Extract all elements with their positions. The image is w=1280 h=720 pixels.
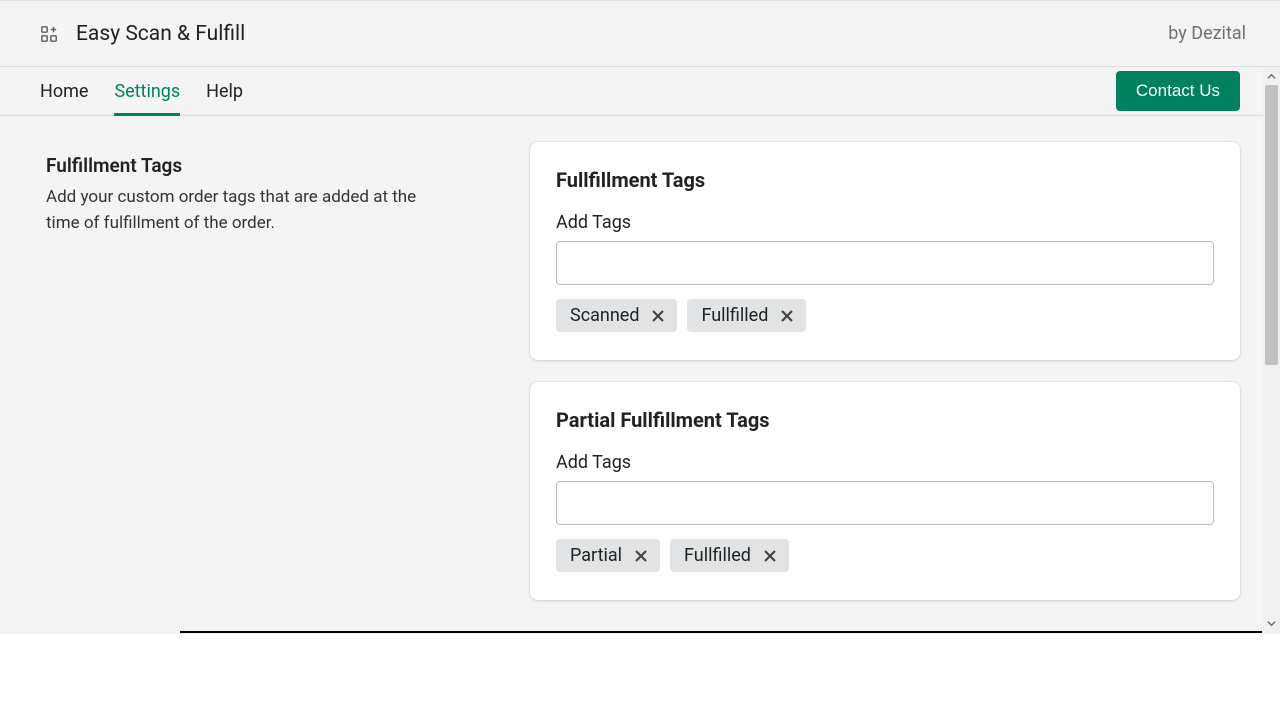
- section-title: Fulfillment Tags: [46, 154, 490, 177]
- scroll-up-icon[interactable]: [1263, 68, 1280, 85]
- tag-label: Partial: [570, 545, 622, 566]
- app-byline: by Dezital: [1168, 23, 1246, 44]
- topbar: Easy Scan & Fulfill by Dezital: [0, 1, 1280, 67]
- contact-us-button[interactable]: Contact Us: [1116, 71, 1240, 111]
- add-tags-label: Add Tags: [556, 212, 1214, 233]
- scroll-thumb[interactable]: [1265, 85, 1278, 365]
- navbar: Home Settings Help Contact Us: [0, 67, 1280, 116]
- tag-chip: Partial: [556, 539, 660, 572]
- scrollbar[interactable]: [1263, 68, 1280, 632]
- tab-help[interactable]: Help: [206, 67, 243, 115]
- tag-label: Scanned: [570, 305, 639, 326]
- app-title: Easy Scan & Fulfill: [76, 22, 245, 46]
- remove-tag-icon[interactable]: [761, 547, 779, 565]
- card-title: Partial Fullfillment Tags: [556, 408, 1214, 432]
- partial-fulfillment-tags-card: Partial Fullfillment Tags Add Tags Parti…: [530, 382, 1240, 600]
- app-grid-icon: [40, 25, 58, 43]
- remove-tag-icon[interactable]: [632, 547, 650, 565]
- tag-label: Fullfilled: [701, 305, 768, 326]
- tag-chip: Fullfilled: [670, 539, 789, 572]
- add-tags-label: Add Tags: [556, 452, 1214, 473]
- card-title: Fullfillment Tags: [556, 168, 1214, 192]
- content: Fulfillment Tags Add your custom order t…: [0, 116, 1280, 632]
- tag-chip: Scanned: [556, 299, 677, 332]
- add-tags-input[interactable]: [556, 481, 1214, 525]
- tab-home[interactable]: Home: [40, 67, 88, 115]
- tab-settings[interactable]: Settings: [114, 67, 180, 115]
- blank-area: [0, 634, 1280, 720]
- remove-tag-icon[interactable]: [649, 307, 667, 325]
- section-description: Add your custom order tags that are adde…: [46, 185, 446, 236]
- tag-chip: Fullfilled: [687, 299, 806, 332]
- remove-tag-icon[interactable]: [778, 307, 796, 325]
- divider: [180, 631, 1262, 633]
- add-tags-input[interactable]: [556, 241, 1214, 285]
- scroll-down-icon[interactable]: [1263, 615, 1280, 632]
- tag-label: Fullfilled: [684, 545, 751, 566]
- fulfillment-tags-card: Fullfillment Tags Add Tags Scanned Fullf…: [530, 142, 1240, 360]
